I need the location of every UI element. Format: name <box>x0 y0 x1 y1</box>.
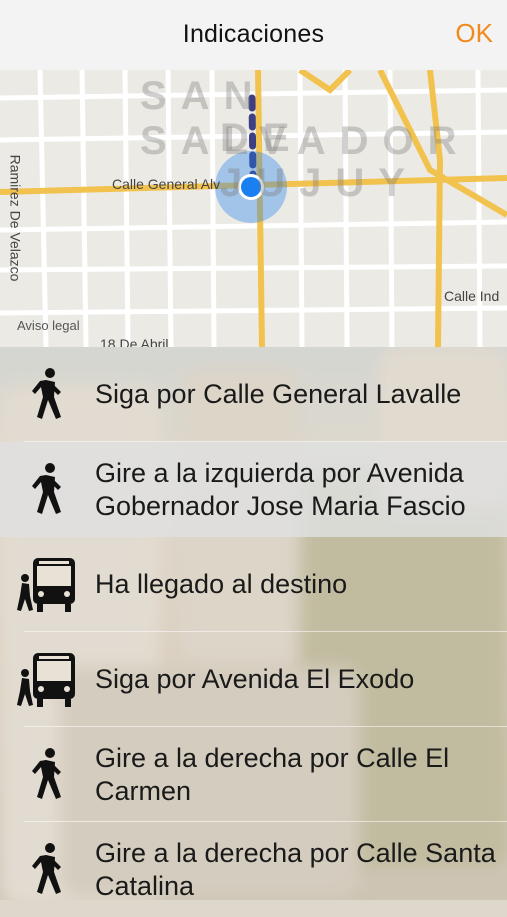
direction-text: Gire a la izquierda por Avenida Gobernad… <box>95 457 466 521</box>
walk-icon <box>0 347 95 442</box>
legal-link[interactable]: Aviso legal <box>17 318 80 333</box>
direction-text: Ha llegado al destino <box>95 569 348 599</box>
direction-step[interactable]: Ha llegado al destino <box>0 537 507 632</box>
ok-button[interactable]: OK <box>455 18 493 49</box>
street-label-ind: Calle Ind <box>444 288 500 304</box>
bus-icon <box>0 632 95 727</box>
nav-bar: Indicaciones OK <box>0 0 507 71</box>
walk-icon <box>0 442 95 537</box>
street-label-ramirez: Ramirez De Velazco <box>7 154 24 282</box>
directions-list: Siga por Calle General Lavalle Gire a la… <box>0 347 507 917</box>
direction-step[interactable]: Gire a la derecha por Calle Santa Catali… <box>0 822 507 917</box>
direction-text: Siga por Avenida El Exodo <box>95 664 415 694</box>
direction-step[interactable]: Gire a la derecha por Calle El Carmen <box>0 727 507 822</box>
page-title: Indicaciones <box>182 20 325 48</box>
city-label-line2: DE JUJUY <box>220 116 419 205</box>
walk-icon <box>0 727 95 822</box>
bus-icon <box>0 537 95 632</box>
direction-text: Siga por Calle General Lavalle <box>95 379 462 409</box>
street-label-abril: 18 De Abril <box>100 336 169 347</box>
direction-text: Gire a la derecha por Calle El Carmen <box>95 742 450 806</box>
direction-step[interactable]: Siga por Avenida El Exodo <box>0 632 507 727</box>
map-view[interactable]: SAN SALVADOR DE JUJUY Calle General Alv … <box>0 70 507 347</box>
direction-text: Gire a la derecha por Calle Santa Catali… <box>95 837 496 901</box>
direction-step[interactable]: Siga por Calle General Lavalle <box>0 347 507 442</box>
street-label-general: Calle General Alv <box>112 176 221 192</box>
walk-icon <box>0 822 95 917</box>
direction-step[interactable]: Gire a la izquierda por Avenida Gobernad… <box>0 442 507 537</box>
